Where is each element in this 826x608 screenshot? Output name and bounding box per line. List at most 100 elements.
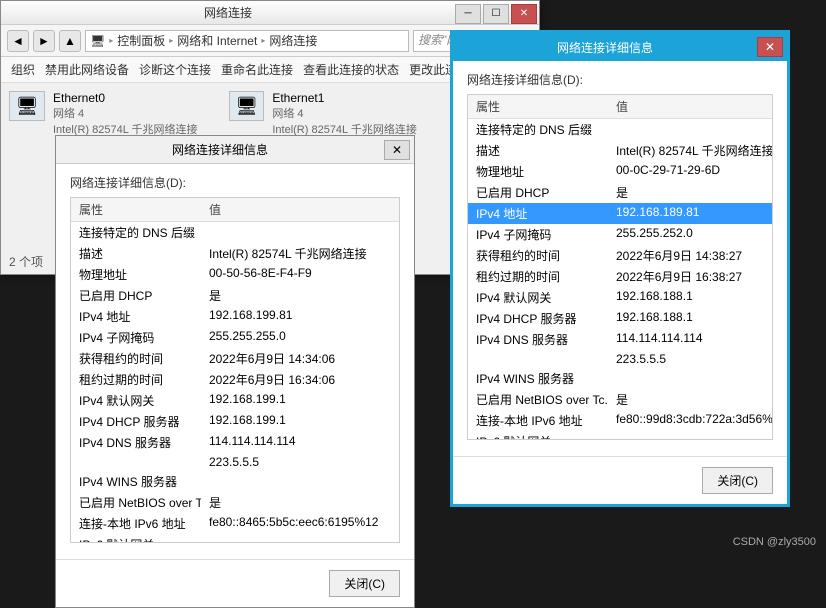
table-row[interactable]: IPv4 地址192.168.189.81	[468, 203, 772, 224]
crumb-item[interactable]: 控制面板	[117, 32, 165, 49]
table-row[interactable]: 获得租约的时间2022年6月9日 14:38:27	[468, 245, 772, 266]
value-cell: fe80::99d8:3cdb:722a:3d56%25	[608, 410, 772, 431]
up-button[interactable]: ▲	[59, 30, 81, 52]
titlebar: 网络连接 ─ ☐ ✕	[1, 1, 539, 25]
close-button[interactable]: 关闭(C)	[329, 570, 400, 597]
prop-cell: 连接特定的 DNS 后缀	[468, 119, 608, 140]
table-row[interactable]: IPv4 默认网关192.168.188.1	[468, 287, 772, 308]
prop-cell: 租约过期的时间	[71, 369, 201, 390]
table-row[interactable]: 连接-本地 IPv6 地址fe80::99d8:3cdb:722a:3d56%2…	[468, 410, 772, 431]
forward-button[interactable]: ►	[33, 30, 55, 52]
adapter-icon: 🖥	[229, 91, 264, 121]
table-row[interactable]: IPv6 默认网关	[468, 431, 772, 439]
prop-cell: 已启用 NetBIOS over Tc...	[71, 492, 201, 513]
table-row[interactable]: 223.5.5.5	[468, 350, 772, 368]
menu-organize[interactable]: 组织	[11, 61, 35, 78]
grid-body[interactable]: 连接特定的 DNS 后缀描述Intel(R) 82574L 千兆网络连接 #2物…	[468, 119, 772, 439]
value-cell: 114.114.114.114	[201, 432, 399, 453]
menu-diagnose[interactable]: 诊断这个连接	[139, 61, 211, 78]
prop-cell: 获得租约的时间	[71, 348, 201, 369]
table-row[interactable]: IPv4 DNS 服务器114.114.114.114	[71, 432, 399, 453]
prop-cell: 租约过期的时间	[468, 266, 608, 287]
prop-cell: IPv4 默认网关	[71, 390, 201, 411]
value-cell: 223.5.5.5	[608, 350, 772, 368]
table-row[interactable]: 连接特定的 DNS 后缀	[71, 222, 399, 243]
prop-cell: IPv6 默认网关	[71, 534, 201, 542]
value-cell	[201, 222, 399, 243]
table-row[interactable]: IPv4 DHCP 服务器192.168.188.1	[468, 308, 772, 329]
col-value: 值	[201, 198, 399, 221]
table-row[interactable]: 223.5.5.5	[71, 453, 399, 471]
adapter-icon: 🖥	[9, 91, 45, 121]
prop-cell: 连接-本地 IPv6 地址	[71, 513, 201, 534]
prop-cell: IPv4 WINS 服务器	[71, 471, 201, 492]
close-icon[interactable]: ✕	[384, 140, 410, 160]
prop-cell: IPv4 DNS 服务器	[71, 432, 201, 453]
prop-cell: 物理地址	[468, 161, 608, 182]
prop-cell: 描述	[468, 140, 608, 161]
minimize-button[interactable]: ─	[455, 4, 481, 24]
back-button[interactable]: ◄	[7, 30, 29, 52]
window-title: 网络连接	[1, 4, 455, 21]
watermark: CSDN @zly3500	[733, 536, 816, 548]
value-cell: 2022年6月9日 14:38:27	[608, 245, 772, 266]
property-grid: 属性 值 连接特定的 DNS 后缀描述Intel(R) 82574L 千兆网络连…	[70, 197, 400, 543]
menu-view-status[interactable]: 查看此连接的状态	[303, 61, 399, 78]
table-row[interactable]: IPv4 子网掩码255.255.255.0	[71, 327, 399, 348]
prop-cell: 已启用 DHCP	[468, 182, 608, 203]
prop-cell: 获得租约的时间	[468, 245, 608, 266]
value-cell: 192.168.199.81	[201, 306, 399, 327]
table-row[interactable]: 连接-本地 IPv6 地址fe80::8465:5b5c:eec6:6195%1…	[71, 513, 399, 534]
grid-body[interactable]: 连接特定的 DNS 后缀描述Intel(R) 82574L 千兆网络连接物理地址…	[71, 222, 399, 542]
adapter-network: 网络 4	[53, 105, 197, 121]
close-button[interactable]: 关闭(C)	[702, 467, 773, 494]
table-row[interactable]: 已启用 NetBIOS over Tc...是	[468, 389, 772, 410]
prop-cell: 已启用 NetBIOS over Tc...	[468, 389, 608, 410]
details-dialog-right: 网络连接详细信息 ✕ 网络连接详细信息(D): 属性 值 连接特定的 DNS 后…	[450, 30, 790, 507]
menu-rename[interactable]: 重命名此连接	[221, 61, 293, 78]
table-row[interactable]: IPv6 默认网关	[71, 534, 399, 542]
prop-cell: IPv4 地址	[71, 306, 201, 327]
prop-cell: IPv4 默认网关	[468, 287, 608, 308]
table-row[interactable]: 已启用 DHCP是	[468, 182, 772, 203]
details-label: 网络连接详细信息(D):	[467, 71, 773, 88]
table-row[interactable]: 描述Intel(R) 82574L 千兆网络连接 #2	[468, 140, 772, 161]
prop-cell: IPv4 子网掩码	[468, 224, 608, 245]
table-row[interactable]: IPv4 地址192.168.199.81	[71, 306, 399, 327]
table-row[interactable]: 已启用 NetBIOS over Tc...是	[71, 492, 399, 513]
table-row[interactable]: 租约过期的时间2022年6月9日 16:38:27	[468, 266, 772, 287]
table-row[interactable]: IPv4 子网掩码255.255.252.0	[468, 224, 772, 245]
prop-cell: 已启用 DHCP	[71, 285, 201, 306]
value-cell: 192.168.199.1	[201, 411, 399, 432]
table-row[interactable]: 获得租约的时间2022年6月9日 14:34:06	[71, 348, 399, 369]
dialog-title: 网络连接详细信息	[453, 39, 757, 56]
breadcrumb[interactable]: 🖥 ▸ 控制面板 ▸ 网络和 Internet ▸ 网络连接	[85, 30, 409, 52]
value-cell: 是	[608, 389, 772, 410]
table-row[interactable]: IPv4 DHCP 服务器192.168.199.1	[71, 411, 399, 432]
table-row[interactable]: 连接特定的 DNS 后缀	[468, 119, 772, 140]
value-cell: fe80::8465:5b5c:eec6:6195%12	[201, 513, 399, 534]
table-row[interactable]: 已启用 DHCP是	[71, 285, 399, 306]
table-row[interactable]: IPv4 WINS 服务器	[468, 368, 772, 389]
maximize-button[interactable]: ☐	[483, 4, 509, 24]
adapter-name: Ethernet0	[53, 91, 197, 105]
value-cell: 2022年6月9日 16:38:27	[608, 266, 772, 287]
prop-cell: 连接特定的 DNS 后缀	[71, 222, 201, 243]
close-icon[interactable]: ✕	[757, 37, 783, 57]
table-row[interactable]: 描述Intel(R) 82574L 千兆网络连接	[71, 243, 399, 264]
table-row[interactable]: IPv4 默认网关192.168.199.1	[71, 390, 399, 411]
crumb-item[interactable]: 网络和 Internet	[177, 32, 257, 49]
value-cell: 255.255.255.0	[201, 327, 399, 348]
table-row[interactable]: IPv4 DNS 服务器114.114.114.114	[468, 329, 772, 350]
value-cell: 是	[608, 182, 772, 203]
table-row[interactable]: 物理地址00-0C-29-71-29-6D	[468, 161, 772, 182]
close-button[interactable]: ✕	[511, 4, 537, 24]
value-cell: 223.5.5.5	[201, 453, 399, 471]
value-cell: 是	[201, 285, 399, 306]
table-row[interactable]: IPv4 WINS 服务器	[71, 471, 399, 492]
prop-cell: 连接-本地 IPv6 地址	[468, 410, 608, 431]
crumb-item[interactable]: 网络连接	[269, 32, 317, 49]
table-row[interactable]: 物理地址00-50-56-8E-F4-F9	[71, 264, 399, 285]
menu-disable[interactable]: 禁用此网络设备	[45, 61, 129, 78]
table-row[interactable]: 租约过期的时间2022年6月9日 16:34:06	[71, 369, 399, 390]
